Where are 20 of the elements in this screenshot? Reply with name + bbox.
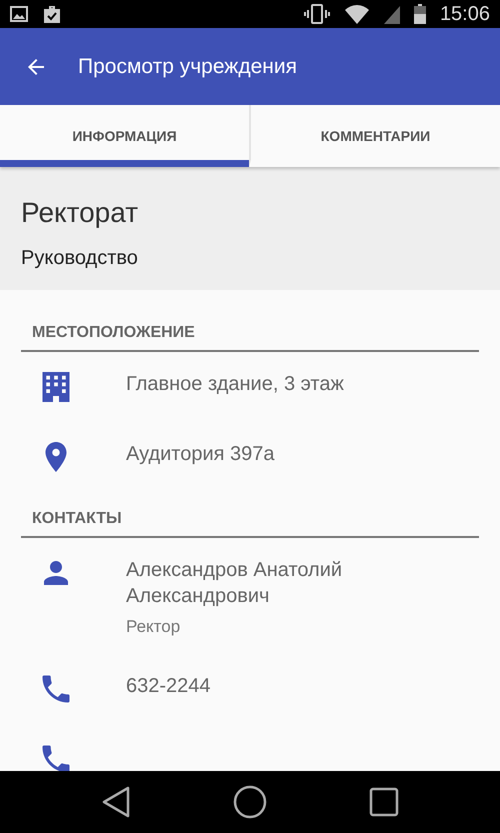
- overview-icon[interactable]: [369, 787, 399, 817]
- section-header: КОНТАКТЫ: [21, 492, 479, 538]
- vibrate-icon: [304, 4, 330, 24]
- detail-text: Александров Анатолий Александрович: [126, 558, 344, 609]
- battery-icon: [414, 4, 426, 24]
- detail-text: Аудитория 397а: [126, 442, 276, 467]
- home-icon[interactable]: [233, 785, 267, 819]
- unit-name: Ректорат: [21, 197, 140, 229]
- clock-time: 15:06: [440, 2, 490, 26]
- screen-title: Просмотр учреждения: [78, 54, 297, 78]
- detail-caption: Ректор: [126, 617, 182, 637]
- back-icon[interactable]: [101, 786, 131, 818]
- detail-text: Главное здание, 3 этаж: [126, 372, 345, 397]
- briefcase-check-icon: [42, 4, 62, 24]
- detail-text: 632-2244: [126, 674, 212, 699]
- unit-category: Руководство: [21, 247, 139, 270]
- section-header: МЕСТОПОЛОЖЕНИЕ: [21, 290, 479, 352]
- image-icon: [10, 6, 28, 22]
- signal-icon: [384, 4, 400, 24]
- wifi-icon: [344, 4, 370, 24]
